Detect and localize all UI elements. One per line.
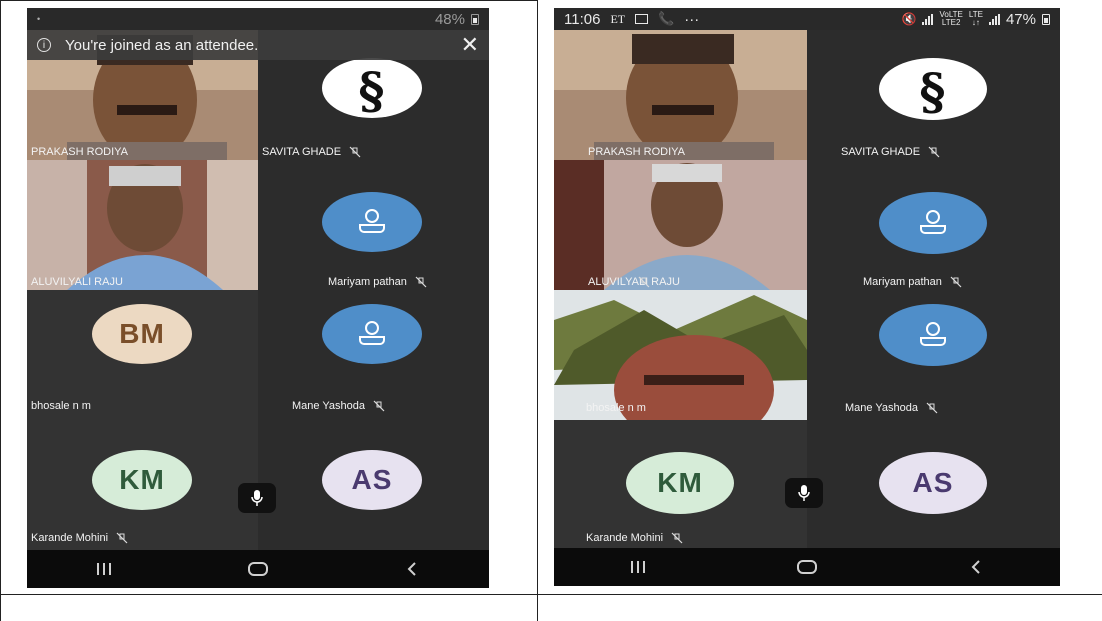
participant-video	[554, 30, 807, 160]
svg-text:§: §	[919, 62, 946, 117]
battery-icon	[1042, 13, 1050, 25]
section-logo-icon: §	[322, 58, 422, 118]
avatar: AS	[879, 452, 987, 514]
participant-tile[interactable]: BM bhosale n m	[27, 290, 258, 420]
section-logo-icon: §	[879, 58, 987, 120]
android-navbar	[27, 550, 489, 588]
mic-button[interactable]	[238, 483, 276, 513]
phone-icon: 📞	[658, 11, 675, 26]
participant-name: ALUVILYALI RAJU	[588, 276, 700, 288]
avatar: AS	[322, 450, 422, 510]
attendee-banner: i You're joined as an attendee. ✕	[27, 30, 489, 60]
avatar: KM	[626, 452, 734, 514]
participant-name: SAVITA GHADE	[262, 146, 361, 158]
person-icon	[879, 192, 987, 254]
back-icon	[971, 560, 980, 574]
back-button[interactable]	[946, 552, 1006, 582]
mute-icon	[950, 276, 962, 288]
lte-label: LTE ↓↑	[968, 10, 983, 27]
close-icon[interactable]: ✕	[461, 34, 479, 56]
recent-apps-icon	[97, 563, 111, 575]
phone-screenshot-right: 11:06 ET 📞 ··· 🔇 VoLTE LTE2 LTE ↓↑ 47% PRA…	[554, 8, 1060, 586]
video-tile[interactable]: ALUVILYALI RAJU	[554, 160, 807, 290]
participant-tile[interactable]: § SAVITA GHADE	[807, 30, 1060, 160]
participant-name: PRAKASH RODIYA	[588, 146, 685, 158]
mute-icon	[415, 276, 427, 288]
participant-name: bhosale n m	[586, 402, 646, 414]
participant-name: bhosale n m	[31, 400, 91, 412]
participant-tile[interactable]: Mane Yashoda	[807, 290, 1060, 420]
signal-icon	[988, 13, 1000, 25]
home-button[interactable]	[777, 552, 837, 582]
battery-icon	[471, 13, 479, 25]
volte-label: VoLTE LTE2	[939, 10, 963, 27]
avatar: KM	[92, 450, 192, 510]
mic-icon	[251, 490, 263, 506]
mic-icon	[798, 485, 810, 501]
info-icon: i	[37, 38, 51, 52]
table-border-left	[0, 0, 1, 621]
clock: 11:06	[564, 10, 601, 28]
banner-text: You're joined as an attendee.	[65, 36, 259, 54]
home-icon	[796, 560, 817, 574]
home-icon	[248, 562, 268, 576]
back-icon	[407, 562, 416, 576]
participant-name: Karande Mohini	[586, 532, 683, 544]
mute-icon	[638, 276, 700, 288]
person-icon	[322, 192, 422, 252]
participant-tile[interactable]: Mariyam pathan	[807, 160, 1060, 290]
participant-tile[interactable]: KM Karande Mohini	[27, 420, 258, 550]
more-icon: ···	[684, 10, 700, 28]
participant-video	[554, 160, 807, 290]
signal-icon	[922, 13, 934, 25]
avatar: BM	[92, 304, 192, 364]
participant-name: Mane Yashoda	[845, 402, 938, 414]
status-bar: 11:06 ET 📞 ··· 🔇 VoLTE LTE2 LTE ↓↑ 47%	[554, 8, 1060, 30]
participant-name: PRAKASH RODIYA	[31, 146, 128, 158]
phone-screenshot-left: • 48% PRAKASH RODIYA § SAVITA GHADE ALUV…	[27, 8, 489, 588]
participant-video	[27, 160, 258, 290]
person-icon	[322, 304, 422, 364]
back-button[interactable]	[382, 554, 442, 584]
participant-name: Mane Yashoda	[292, 400, 385, 412]
home-button[interactable]	[228, 554, 288, 584]
mute-status-icon: 🔇	[901, 12, 917, 26]
gallery-icon	[635, 14, 649, 24]
mute-icon	[926, 402, 938, 414]
participant-video	[554, 290, 807, 420]
battery-percent: 47%	[1005, 10, 1036, 28]
svg-text:§: §	[358, 61, 385, 116]
participant-tile[interactable]: KM Karande Mohini	[554, 420, 807, 550]
participant-name: Karande Mohini	[31, 532, 128, 544]
table-border-top-left	[0, 0, 537, 1]
mute-icon	[373, 400, 385, 412]
participant-name: Mariyam pathan	[328, 276, 427, 288]
status-bar: • 48%	[27, 8, 489, 30]
mute-icon	[671, 532, 683, 544]
mute-icon	[116, 532, 128, 544]
recent-apps-button[interactable]	[608, 552, 668, 582]
video-tile[interactable]: PRAKASH RODIYA	[554, 30, 807, 160]
mute-icon	[349, 146, 361, 158]
participant-tile[interactable]: Mariyam pathan	[258, 160, 489, 290]
battery-percent: 48%	[434, 10, 465, 28]
participant-tile[interactable]: Mane Yashoda	[258, 290, 489, 420]
recent-apps-icon	[631, 561, 646, 573]
video-tile[interactable]: bhosale n m	[554, 290, 807, 420]
table-divider-horizontal	[0, 594, 1102, 595]
mute-icon	[928, 146, 940, 158]
person-icon	[879, 304, 987, 366]
carrier-label: ET	[610, 11, 626, 26]
android-navbar	[554, 548, 1060, 586]
participant-tile[interactable]: AS	[807, 420, 1060, 550]
participant-name: Mariyam pathan	[863, 276, 962, 288]
participant-name: ALUVILYALI RAJU	[31, 276, 123, 288]
mic-button[interactable]	[785, 478, 823, 508]
video-tile[interactable]: ALUVILYALI RAJU	[27, 160, 258, 290]
participant-name: SAVITA GHADE	[841, 146, 940, 158]
recent-apps-button[interactable]	[74, 554, 134, 584]
table-divider-vertical	[537, 0, 538, 621]
participant-tile[interactable]: AS	[258, 420, 489, 550]
